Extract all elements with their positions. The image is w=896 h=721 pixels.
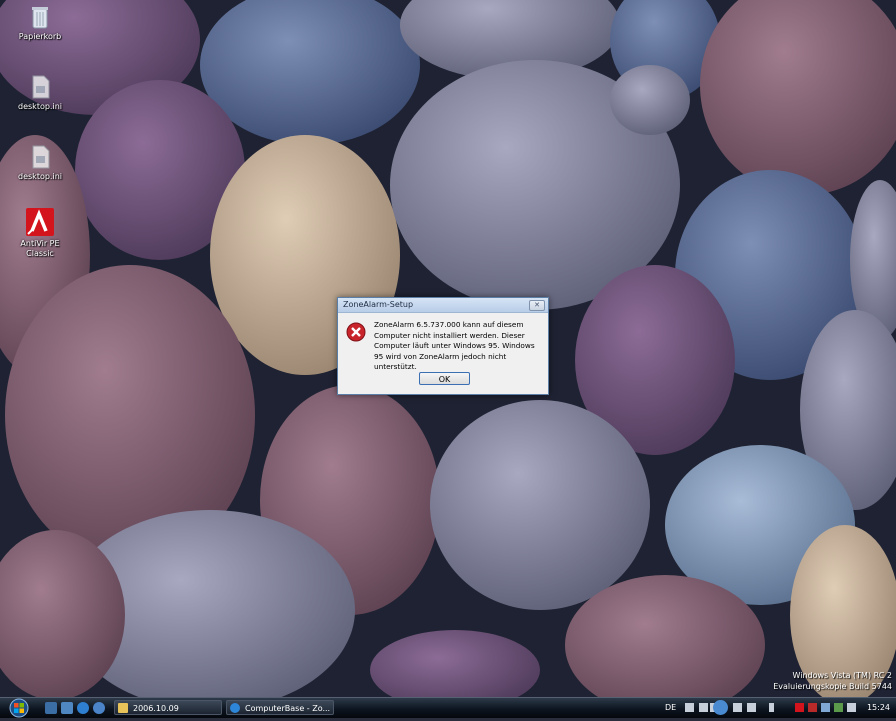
desktop-icon-desktop-ini[interactable]: desktop.ini (9, 74, 71, 112)
media-stop-icon[interactable] (699, 703, 708, 712)
desktop-icon-recycle-bin[interactable]: Papierkorb (9, 4, 71, 42)
taskbar-task-folder[interactable]: 2006.10.09 (114, 700, 222, 715)
watermark-line: Evaluierungskopie Build 5744 (773, 682, 892, 691)
desktop-icon-label: desktop.ini (18, 172, 62, 181)
desktop-icon-label: Papierkorb (18, 32, 62, 41)
dialog-title-bar[interactable]: ZoneAlarm-Setup ✕ (338, 298, 548, 313)
desktop-icon-label: AntiVir PE Classic (20, 239, 60, 258)
media-player-quicklaunch-icon[interactable] (93, 702, 105, 714)
watermark-line: Windows Vista (TM) RC 2 (792, 671, 892, 680)
folder-icon (118, 703, 128, 713)
ini-file-icon (27, 74, 53, 100)
error-icon (346, 322, 366, 342)
network-tray-icon[interactable] (821, 703, 830, 712)
recycle-bin-icon (27, 4, 53, 30)
close-icon: ✕ (534, 301, 540, 309)
media-mute-icon[interactable] (747, 703, 756, 712)
system-tray: DE 15:24 (655, 698, 896, 718)
media-menu-icon[interactable] (769, 703, 774, 712)
language-indicator[interactable]: DE (665, 703, 676, 712)
antivir-icon (25, 207, 55, 237)
show-desktop-icon[interactable] (45, 702, 57, 714)
start-button[interactable] (2, 698, 36, 718)
zonealarm-setup-dialog: ZoneAlarm-Setup ✕ ZoneAlarm 6.5.737.000 … (337, 297, 549, 395)
volume-tray-icon[interactable] (847, 703, 856, 712)
media-play-pause-icon[interactable] (713, 700, 728, 715)
taskbar: 2006.10.09 ComputerBase - Zo... DE 15:24 (0, 697, 896, 718)
dialog-message: ZoneAlarm 6.5.737.000 kann auf diesem Co… (374, 320, 535, 371)
windows-version-watermark: Windows Vista (TM) RC 2 Evaluierungskopi… (773, 670, 892, 692)
task-label: ComputerBase - Zo... (245, 704, 331, 713)
media-next-icon[interactable] (733, 703, 742, 712)
dialog-title: ZoneAlarm-Setup (343, 300, 414, 309)
taskbar-task-browser[interactable]: ComputerBase - Zo... (226, 700, 334, 715)
ok-button[interactable]: OK (419, 372, 470, 385)
ie-icon (230, 703, 240, 713)
windows-orb-icon (9, 698, 29, 718)
desktop-icon-antivir[interactable]: AntiVir PE Classic (9, 207, 71, 259)
media-eject-icon[interactable] (685, 703, 694, 712)
security-tray-icon[interactable] (834, 703, 843, 712)
clock[interactable]: 15:24 (867, 703, 890, 712)
task-label: 2006.10.09 (133, 704, 179, 713)
desktop-icon-desktop-ini-2[interactable]: desktop.ini (9, 144, 71, 182)
zonealarm-tray-icon[interactable] (808, 703, 817, 712)
ie-quicklaunch-icon[interactable] (77, 702, 89, 714)
switch-windows-icon[interactable] (61, 702, 73, 714)
antivir-tray-icon[interactable] (795, 703, 804, 712)
ini-file-icon (27, 144, 53, 170)
close-button[interactable]: ✕ (529, 300, 545, 311)
desktop-icon-label: desktop.ini (18, 102, 62, 111)
